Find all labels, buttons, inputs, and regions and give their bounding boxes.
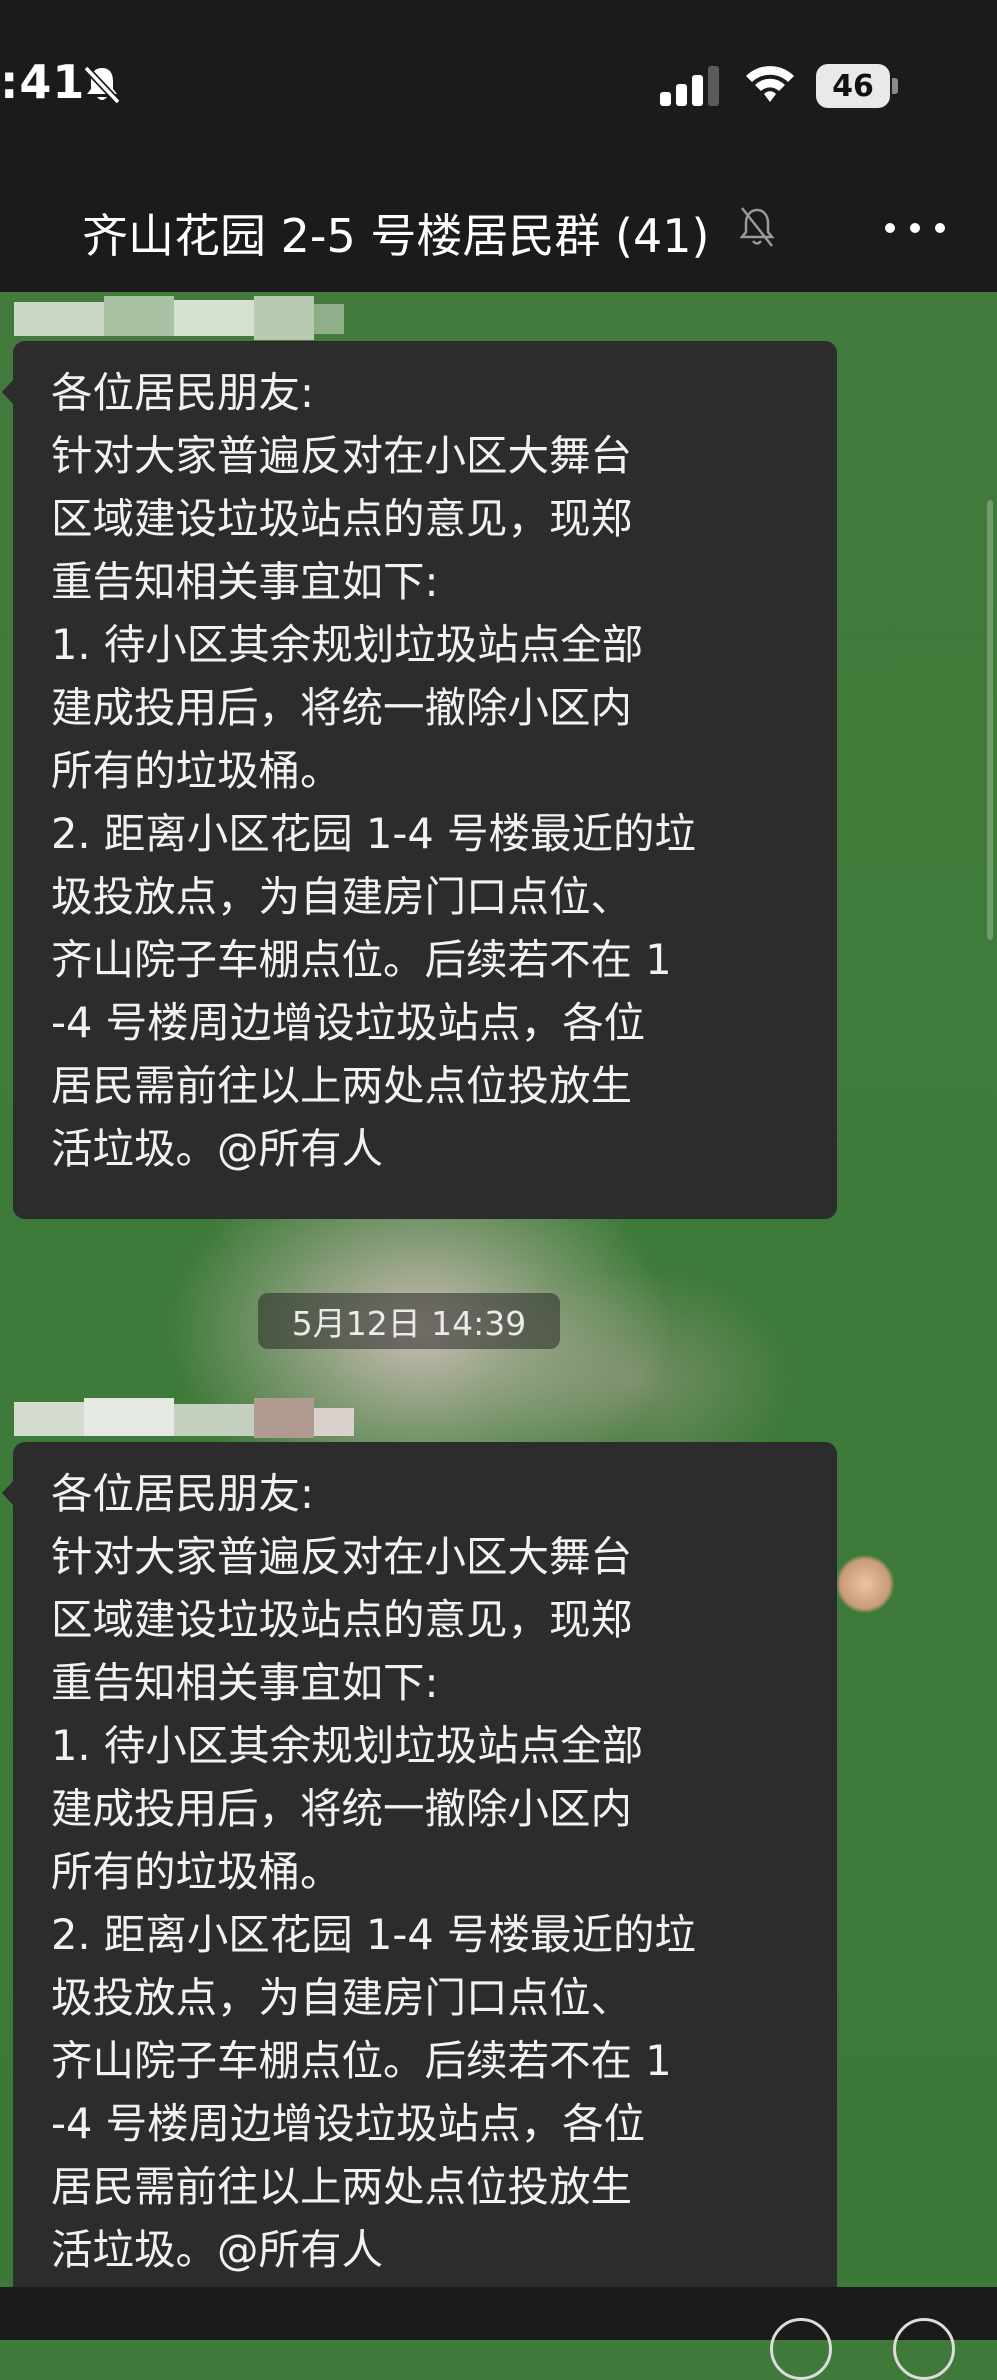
sender-name-1 bbox=[14, 296, 344, 340]
message-timestamp: 5月12日 14:39 bbox=[258, 1293, 560, 1349]
message-line: 重告知相关事宜如下: bbox=[51, 557, 439, 606]
message-line: 针对大家普遍反对在小区大舞台 bbox=[51, 1532, 633, 1581]
message-line: 区域建设垃圾站点的意见，现郑 bbox=[51, 1595, 633, 1644]
message-line: 针对大家普遍反对在小区大舞台 bbox=[51, 431, 633, 480]
message-line: 齐山院子车棚点位。后续若不在 1 bbox=[51, 2036, 672, 2085]
battery-indicator: 46 bbox=[816, 64, 890, 108]
message-line: 1. 待小区其余规划垃圾站点全部 bbox=[51, 1721, 644, 1770]
add-button[interactable] bbox=[893, 2318, 955, 2380]
message-line: 建成投用后，将统一撤除小区内 bbox=[51, 683, 633, 732]
message-line: 所有的垃圾桶。 bbox=[51, 746, 342, 795]
message-line: 1. 待小区其余规划垃圾站点全部 bbox=[51, 620, 644, 669]
battery-tip bbox=[892, 78, 898, 94]
message-line: -4 号楼周边增设垃圾站点，各位 bbox=[51, 998, 646, 1047]
signal-icon bbox=[660, 66, 719, 106]
message-line: 齐山院子车棚点位。后续若不在 1 bbox=[51, 935, 672, 984]
message-line: 2. 距离小区花园 1-4 号楼最近的垃 bbox=[51, 1910, 696, 1959]
message-line: 重告知相关事宜如下: bbox=[51, 1658, 439, 1707]
message-line: 活垃圾。@所有人 bbox=[51, 1124, 384, 1173]
status-bar: :41 46 bbox=[0, 0, 997, 160]
message-line: 各位居民朋友: bbox=[51, 1469, 314, 1518]
message-bubble-2[interactable]: 各位居民朋友: 针对大家普遍反对在小区大舞台 区域建设垃圾站点的意见，现郑 重告… bbox=[2, 1442, 837, 2320]
bubble-tail bbox=[2, 379, 14, 405]
sender-name-2 bbox=[14, 1398, 354, 1440]
emoji-button[interactable] bbox=[770, 2318, 832, 2380]
message-line: 所有的垃圾桶。 bbox=[51, 1847, 342, 1896]
message-line: 活垃圾。@所有人 bbox=[51, 2225, 384, 2274]
wallpaper-flower bbox=[836, 1555, 894, 1613]
message-line: 居民需前往以上两处点位投放生 bbox=[51, 2162, 633, 2211]
message-line: 区域建设垃圾站点的意见，现郑 bbox=[51, 494, 633, 543]
bell-off-icon bbox=[83, 65, 121, 105]
chat-header: 齐山花园 2-5 号楼居民群 (41) bbox=[0, 160, 997, 292]
mute-icon bbox=[739, 207, 775, 247]
message-line: 各位居民朋友: bbox=[51, 368, 314, 417]
message-line: 居民需前往以上两处点位投放生 bbox=[51, 1061, 633, 1110]
message-line: -4 号楼周边增设垃圾站点，各位 bbox=[51, 2099, 646, 2148]
bubble-tail bbox=[2, 1480, 14, 1506]
scroll-indicator[interactable] bbox=[987, 500, 993, 940]
message-line: 2. 距离小区花园 1-4 号楼最近的垃 bbox=[51, 809, 696, 858]
message-line: 圾投放点，为自建房门口点位、 bbox=[51, 1973, 633, 2022]
status-time: :41 bbox=[0, 55, 86, 109]
more-icon[interactable] bbox=[880, 218, 950, 238]
chat-title[interactable]: 齐山花园 2-5 号楼居民群 (41) bbox=[82, 200, 709, 266]
input-bar bbox=[0, 2287, 997, 2340]
message-bubble-1[interactable]: 各位居民朋友: 针对大家普遍反对在小区大舞台 区域建设垃圾站点的意见，现郑 重告… bbox=[2, 341, 837, 1219]
wifi-icon bbox=[746, 66, 794, 102]
message-line: 建成投用后，将统一撤除小区内 bbox=[51, 1784, 633, 1833]
message-line: 圾投放点，为自建房门口点位、 bbox=[51, 872, 633, 921]
